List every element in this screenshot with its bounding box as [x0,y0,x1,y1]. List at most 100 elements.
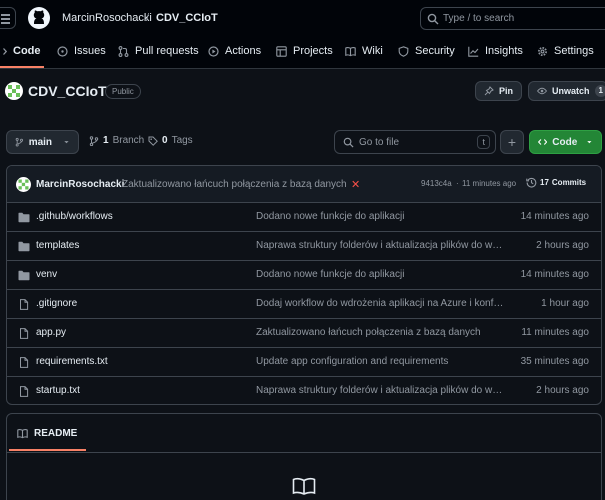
file-name[interactable]: venv [36,269,57,280]
pin-icon [484,86,494,96]
search-icon [427,13,439,25]
file-name[interactable]: .github/workflows [36,211,113,222]
readme-tab-label: README [34,428,78,439]
breadcrumb-owner[interactable]: MarcinRosochacki [62,12,152,24]
commit-hash[interactable]: 9413c4a [421,179,452,188]
tab-wiki[interactable]: Wiki [345,45,383,57]
file-name[interactable]: requirements.txt [36,356,108,367]
avatar[interactable] [16,177,31,192]
readme-divider [7,452,601,453]
file-row[interactable]: .gitignore Dodaj workflow do wdrożenia a… [7,290,601,319]
file-commit-message[interactable]: Update app configuration and requirement… [256,356,504,367]
tag-count: 0 [162,135,168,146]
repo-name[interactable]: CDV_CCIoT [28,83,107,99]
tab-issues[interactable]: Issues [57,45,106,57]
status-failed-icon[interactable]: ✕ [351,178,360,191]
readme-tab[interactable]: README [17,428,77,439]
gear-icon [538,46,547,56]
file-commit-time: 11 minutes ago [521,327,589,338]
commits-history-link[interactable]: 17 Commits [526,177,586,188]
file-commit-time: 14 minutes ago [520,211,589,222]
git-branch-icon [15,137,24,147]
pin-button[interactable]: Pin [475,81,522,101]
file-row[interactable]: venv Dodano nowe funkcje do aplikacji 14… [7,261,601,290]
file-row[interactable]: templates Naprawa struktury folderów i a… [7,232,601,261]
code-button-label: Code [552,136,578,148]
pin-label: Pin [498,86,513,96]
branch-name: main [28,136,53,148]
commit-author[interactable]: MarcinRosochacki [36,179,124,190]
add-file-button[interactable]: + [500,130,524,154]
file-name[interactable]: templates [36,240,79,251]
tab-pull-requests[interactable]: Pull requests [118,45,199,57]
file-commit-message[interactable]: Naprawa struktury folderów i aktualizacj… [256,385,504,396]
file-name[interactable]: startup.txt [36,385,80,396]
latest-commit-bar: MarcinRosochacki Zaktualizowano łańcuch … [7,166,601,203]
file-commit-time: 1 hour ago [541,298,589,309]
file-row[interactable]: .github/workflows Dodano nowe funkcje do… [7,203,601,232]
visibility-badge: Public [105,84,141,99]
tab-settings[interactable]: Settings [537,45,594,57]
tab-code-label: Code [13,45,41,57]
file-browser: MarcinRosochacki Zaktualizowano łańcuch … [6,165,602,405]
file-row[interactable]: requirements.txt Update app configuratio… [7,348,601,377]
folder-icon [18,270,30,281]
commit-time: 11 minutes ago [462,179,517,188]
tag-icon [148,136,158,146]
table-icon [276,45,287,57]
tab-actions[interactable]: Actions [208,45,261,57]
code-icon [3,47,7,55]
book-icon [345,46,356,56]
file-commit-time: 2 hours ago [536,385,589,396]
watch-count: 1 [594,85,605,97]
file-commit-message[interactable]: Dodano nowe funkcje do aplikacji [256,211,504,222]
file-name[interactable]: .gitignore [36,298,77,309]
chevron-down-icon [587,141,592,144]
global-header: MarcinRosochacki / CDV_CCIoT Type / to s… [0,0,605,69]
tab-projects-label: Projects [293,45,333,57]
readme-panel: README [6,413,602,500]
tag-label: Tags [171,135,193,146]
unwatch-label: Unwatch [552,86,590,96]
file-commit-time: 2 hours ago [536,240,589,251]
tab-security[interactable]: Security [398,45,455,57]
search-icon [343,137,354,148]
file-commit-time: 35 minutes ago [520,356,589,367]
eye-icon [537,87,548,95]
file-name[interactable]: app.py [36,327,66,338]
tab-code[interactable]: Code [0,45,41,57]
file-commit-message[interactable]: Naprawa struktury folderów i aktualizacj… [256,240,504,251]
breadcrumb-repo[interactable]: CDV_CCIoT [156,12,218,24]
tags-link[interactable]: 0 Tags [148,135,193,146]
go-to-file-input[interactable]: Go to file t [334,130,496,154]
shield-icon [398,45,409,57]
file-icon [20,299,29,310]
file-commit-message[interactable]: Dodano nowe funkcje do aplikacji [256,269,504,280]
git-pull-request-icon [118,45,129,57]
search-placeholder: Type / to search [443,13,515,24]
tab-projects[interactable]: Projects [276,45,333,57]
branch-label: Branch [112,135,145,146]
file-commit-message[interactable]: Zaktualizowano łańcuch połączenia z bazą… [256,327,504,338]
file-icon [20,386,29,397]
unwatch-button[interactable]: Unwatch 1 [528,81,605,101]
commit-message[interactable]: Zaktualizowano łańcuch połączenia z bazą… [122,179,347,190]
file-row[interactable]: app.py Zaktualizowano łańcuch połączenia… [7,319,601,348]
file-commit-message[interactable]: Dodaj workflow do wdrożenia aplikacji na… [256,298,504,309]
code-dropdown-button[interactable]: Code [529,130,602,154]
branches-link[interactable]: 1 Branch [89,135,144,146]
tab-insights[interactable]: Insights [468,45,523,57]
file-icon [20,357,29,368]
tab-insights-label: Insights [485,45,523,57]
menu-button[interactable] [0,7,16,29]
chevron-down-icon [64,141,69,144]
branch-selector[interactable]: main [6,130,79,154]
tab-security-label: Security [415,45,455,57]
issue-opened-icon [57,45,68,57]
file-row[interactable]: startup.txt Naprawa struktury folderów i… [7,377,601,404]
global-search-input[interactable]: Type / to search [420,7,605,30]
readme-tab-indicator [9,449,86,451]
breadcrumb-separator: / [146,12,150,24]
tab-wiki-label: Wiki [362,45,383,57]
github-logo-icon[interactable] [28,7,50,29]
